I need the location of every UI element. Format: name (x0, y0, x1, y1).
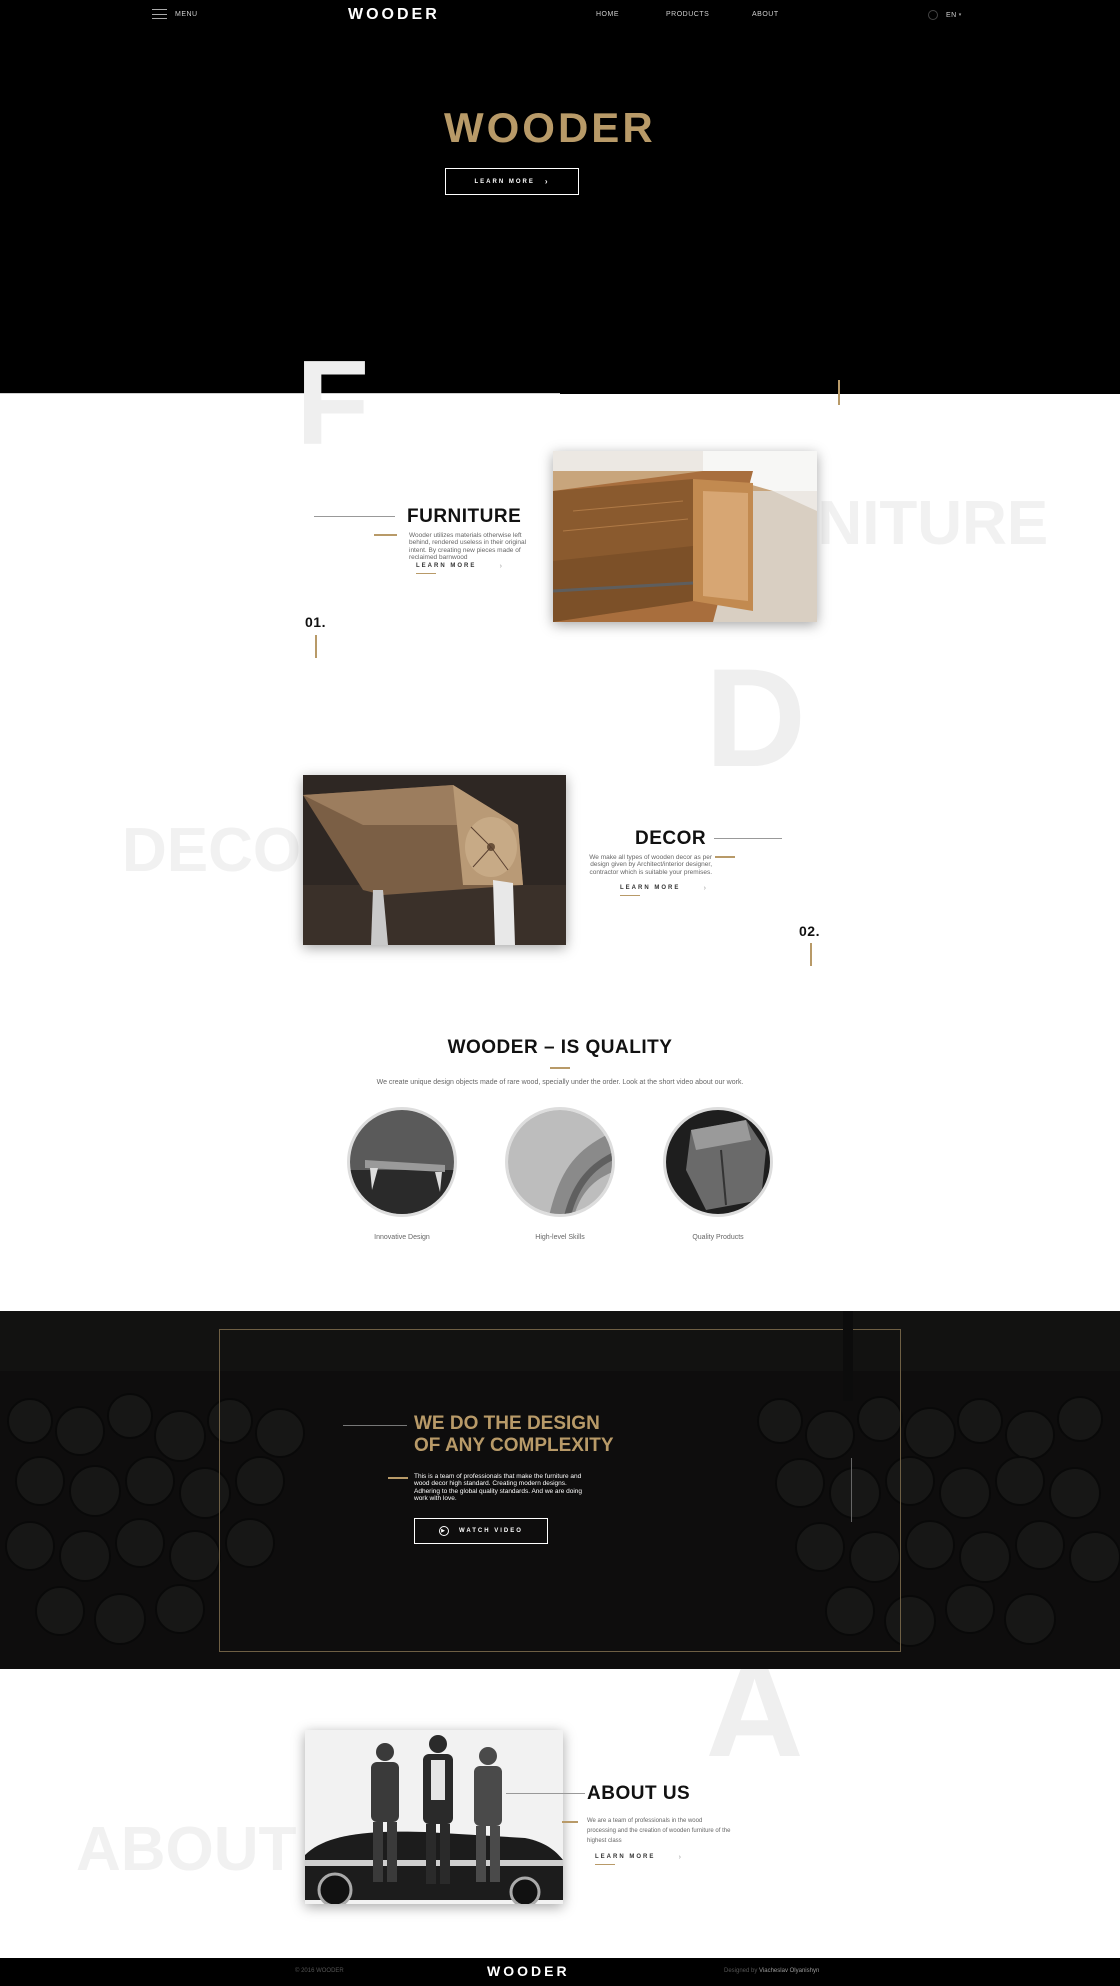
language-label: EN (946, 11, 957, 19)
about-learn-label: LEARN MORE (595, 1854, 656, 1860)
design-accent-line (388, 1477, 408, 1479)
nav-products[interactable]: PRODUCTS (666, 11, 752, 18)
quality-title: WOODER – IS QUALITY (447, 1037, 673, 1058)
decor-image (303, 775, 566, 945)
furniture-learn-underline (416, 573, 436, 574)
arrow-right-icon: › (678, 1854, 681, 1861)
quality-label-innovative-design: Innovative Design (374, 1234, 430, 1241)
watch-video-label: WATCH VIDEO (459, 1528, 523, 1534)
about-text: We are a team of professionals in the wo… (587, 1818, 731, 1845)
design-grey-line (343, 1425, 407, 1426)
furniture-number-line (315, 635, 317, 658)
arrow-right-icon: › (499, 563, 502, 570)
decor-grey-line (714, 838, 782, 839)
hero-title: WOODER (444, 104, 656, 151)
menu-button[interactable]: MENU (152, 9, 198, 19)
hero-scroll-marker (838, 380, 840, 405)
nav-about[interactable]: ABOUT (752, 11, 779, 18)
divider-line (0, 393, 560, 394)
furniture-text: Wooder utilizes materials otherwise left… (409, 532, 527, 562)
decor-learn-more-link[interactable]: LEARN MORE › (620, 885, 706, 892)
decor-title: DECOR (635, 828, 707, 849)
quality-image-quality-products (663, 1107, 773, 1217)
decor-text: We make all types of wooden decor as per… (589, 854, 712, 876)
footer-credit-prefix: Designed by (724, 1968, 758, 1974)
about-ghost-letter: A (704, 1669, 806, 1756)
furniture-number: 01. (305, 614, 326, 630)
footer-copyright: © 2016 WOODER (295, 1968, 344, 1974)
design-title-line2: OF ANY COMPLEXITY (414, 1435, 614, 1456)
divider-black-block (560, 374, 1120, 394)
play-icon: ▶ (439, 1526, 450, 1536)
hero-learn-more-button[interactable]: LEARN MORE › (445, 168, 579, 195)
design-title-line1: WE DO THE DESIGN (414, 1413, 600, 1434)
decor-number: 02. (799, 923, 820, 939)
nav-home[interactable]: HOME (596, 11, 666, 18)
about-learn-underline (595, 1864, 615, 1865)
watch-video-button[interactable]: ▶ WATCH VIDEO (414, 1518, 548, 1544)
decor-learn-underline (620, 895, 640, 896)
decor-number-line (810, 943, 812, 966)
header-logo[interactable]: WOODER (348, 6, 440, 24)
footer-logo[interactable]: WOODER (487, 1963, 570, 1979)
quality-label-high-level-skills: High-level Skills (535, 1234, 585, 1241)
about-team-image (305, 1730, 563, 1904)
design-vertical-line (851, 1458, 852, 1522)
quality-accent-line (550, 1067, 570, 1069)
hero-section (0, 0, 1120, 394)
quality-label-quality-products: Quality Products (692, 1234, 744, 1241)
hero-button-label: LEARN MORE (474, 178, 535, 185)
about-ghost-word: ABOUT (76, 1815, 297, 1884)
furniture-title: FURNITURE (407, 506, 522, 527)
about-title: ABOUT US (587, 1783, 691, 1804)
arrow-right-icon: › (703, 885, 706, 892)
footer-credit-link[interactable]: Viacheslav Olyanishyn (759, 1968, 819, 1974)
hamburger-icon (152, 9, 167, 19)
furniture-ghost-letter: F (296, 352, 370, 462)
quality-image-high-level-skills (505, 1107, 615, 1217)
about-learn-more-link[interactable]: LEARN MORE › (595, 1854, 681, 1861)
decor-learn-label: LEARN MORE (620, 885, 681, 891)
design-frame-dark-strip (843, 1311, 853, 1401)
main-nav: HOME PRODUCTS ABOUT (596, 11, 779, 18)
decor-ghost-letter: D (705, 639, 807, 796)
about-grey-line (506, 1793, 585, 1794)
language-selector[interactable]: EN ▾ (928, 10, 961, 20)
arrow-right-icon: › (544, 177, 550, 186)
chevron-down-icon: ▾ (958, 12, 962, 18)
furniture-learn-label: LEARN MORE (416, 563, 477, 569)
furniture-learn-more-link[interactable]: LEARN MORE › (416, 563, 502, 570)
decor-accent-line (715, 856, 735, 858)
about-accent-line (562, 1821, 578, 1823)
footer-credit: Designed by Viacheslav Olyanishyn (724, 1968, 819, 1974)
globe-icon (928, 10, 938, 20)
quality-text: We create unique design objects made of … (376, 1079, 744, 1086)
design-text: This is a team of professionals that mak… (414, 1473, 583, 1503)
menu-label: MENU (175, 10, 198, 18)
furniture-grey-line (314, 516, 395, 517)
furniture-accent-line (374, 534, 397, 536)
furniture-image (553, 451, 817, 622)
quality-image-innovative-design (347, 1107, 457, 1217)
